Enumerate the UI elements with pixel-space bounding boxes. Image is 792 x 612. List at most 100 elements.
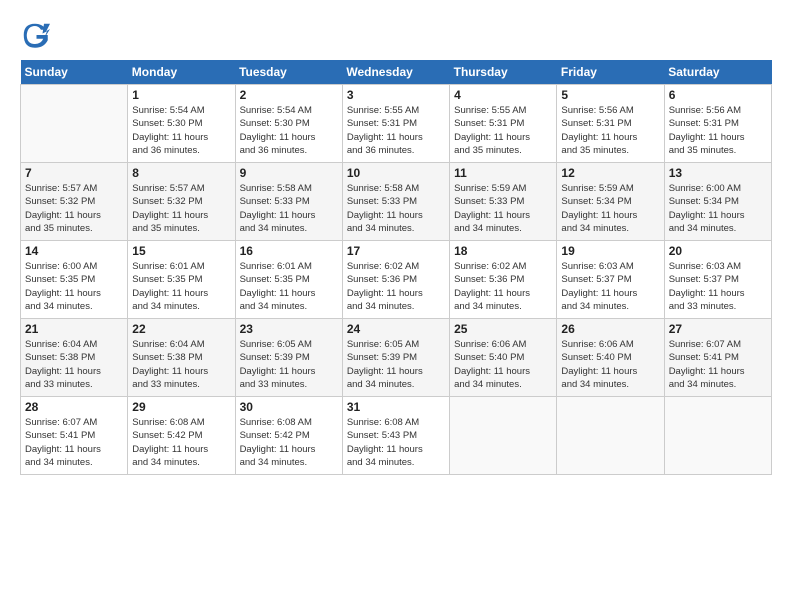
day-number: 28 (25, 400, 123, 414)
day-info: Sunrise: 6:07 AM Sunset: 5:41 PM Dayligh… (669, 338, 767, 391)
day-info: Sunrise: 6:06 AM Sunset: 5:40 PM Dayligh… (561, 338, 659, 391)
day-number: 1 (132, 88, 230, 102)
weekday-header-tuesday: Tuesday (235, 60, 342, 85)
day-info: Sunrise: 6:01 AM Sunset: 5:35 PM Dayligh… (240, 260, 338, 313)
day-cell: 22 Sunrise: 6:04 AM Sunset: 5:38 PM Dayli… (128, 319, 235, 397)
day-info: Sunrise: 5:56 AM Sunset: 5:31 PM Dayligh… (561, 104, 659, 157)
day-info: Sunrise: 6:06 AM Sunset: 5:40 PM Dayligh… (454, 338, 552, 391)
day-number: 25 (454, 322, 552, 336)
day-info: Sunrise: 6:02 AM Sunset: 5:36 PM Dayligh… (347, 260, 445, 313)
day-info: Sunrise: 5:54 AM Sunset: 5:30 PM Dayligh… (132, 104, 230, 157)
day-cell: 13Sunrise: 6:00 AM Sunset: 5:34 PM Dayli… (664, 163, 771, 241)
day-number: 31 (347, 400, 445, 414)
weekday-header-friday: Friday (557, 60, 664, 85)
weekday-header-wednesday: Wednesday (342, 60, 449, 85)
day-info: Sunrise: 5:55 AM Sunset: 5:31 PM Dayligh… (347, 104, 445, 157)
day-cell: 10Sunrise: 5:58 AM Sunset: 5:33 PM Dayli… (342, 163, 449, 241)
day-info: Sunrise: 6:04 AM Sunset: 5:38 PM Dayligh… (132, 338, 230, 391)
day-cell: 18 Sunrise: 6:02 AM Sunset: 5:36 PM Dayli… (450, 241, 557, 319)
week-row-1: 1 Sunrise: 5:54 AM Sunset: 5:30 PM Daylig… (21, 85, 772, 163)
logo-icon (20, 20, 50, 50)
logo (20, 20, 54, 50)
day-info: Sunrise: 6:05 AM Sunset: 5:39 PM Dayligh… (347, 338, 445, 391)
day-info: Sunrise: 5:59 AM Sunset: 5:34 PM Dayligh… (561, 182, 659, 235)
day-info: Sunrise: 6:00 AM Sunset: 5:35 PM Dayligh… (25, 260, 123, 313)
day-cell: 25 Sunrise: 6:06 AM Sunset: 5:40 PM Dayli… (450, 319, 557, 397)
day-cell: 20Sunrise: 6:03 AM Sunset: 5:37 PM Dayli… (664, 241, 771, 319)
day-info: Sunrise: 6:01 AM Sunset: 5:35 PM Dayligh… (132, 260, 230, 313)
day-cell: 16 Sunrise: 6:01 AM Sunset: 5:35 PM Dayli… (235, 241, 342, 319)
day-cell: 24 Sunrise: 6:05 AM Sunset: 5:39 PM Dayli… (342, 319, 449, 397)
day-info: Sunrise: 6:05 AM Sunset: 5:39 PM Dayligh… (240, 338, 338, 391)
day-cell: 1 Sunrise: 5:54 AM Sunset: 5:30 PM Daylig… (128, 85, 235, 163)
day-cell: 28 Sunrise: 6:07 AM Sunset: 5:41 PM Dayli… (21, 397, 128, 475)
day-number: 18 (454, 244, 552, 258)
weekday-header-thursday: Thursday (450, 60, 557, 85)
weekday-header-row: SundayMondayTuesdayWednesdayThursdayFrid… (21, 60, 772, 85)
page: SundayMondayTuesdayWednesdayThursdayFrid… (0, 0, 792, 612)
day-info: Sunrise: 6:03 AM Sunset: 5:37 PM Dayligh… (669, 260, 767, 313)
day-cell: 5Sunrise: 5:56 AM Sunset: 5:31 PM Daylig… (557, 85, 664, 163)
day-cell: 9Sunrise: 5:58 AM Sunset: 5:33 PM Daylig… (235, 163, 342, 241)
day-info: Sunrise: 5:58 AM Sunset: 5:33 PM Dayligh… (347, 182, 445, 235)
day-cell: 29 Sunrise: 6:08 AM Sunset: 5:42 PM Dayli… (128, 397, 235, 475)
day-number: 2 (240, 88, 338, 102)
week-row-2: 7 Sunrise: 5:57 AM Sunset: 5:32 PM Daylig… (21, 163, 772, 241)
day-number: 15 (132, 244, 230, 258)
day-cell: 21Sunrise: 6:04 AM Sunset: 5:38 PM Dayli… (21, 319, 128, 397)
day-number: 6 (669, 88, 767, 102)
weekday-header-saturday: Saturday (664, 60, 771, 85)
day-number: 26 (561, 322, 659, 336)
day-number: 14 (25, 244, 123, 258)
day-cell: 17 Sunrise: 6:02 AM Sunset: 5:36 PM Dayli… (342, 241, 449, 319)
day-info: Sunrise: 6:08 AM Sunset: 5:42 PM Dayligh… (240, 416, 338, 469)
day-info: Sunrise: 6:07 AM Sunset: 5:41 PM Dayligh… (25, 416, 123, 469)
day-info: Sunrise: 5:57 AM Sunset: 5:32 PM Dayligh… (132, 182, 230, 235)
day-number: 4 (454, 88, 552, 102)
day-info: Sunrise: 6:00 AM Sunset: 5:34 PM Dayligh… (669, 182, 767, 235)
day-number: 8 (132, 166, 230, 180)
day-info: Sunrise: 5:57 AM Sunset: 5:32 PM Dayligh… (25, 182, 123, 235)
day-number: 7 (25, 166, 123, 180)
day-info: Sunrise: 6:08 AM Sunset: 5:42 PM Dayligh… (132, 416, 230, 469)
day-number: 16 (240, 244, 338, 258)
day-number: 17 (347, 244, 445, 258)
calendar: SundayMondayTuesdayWednesdayThursdayFrid… (20, 60, 772, 475)
week-row-3: 14 Sunrise: 6:00 AM Sunset: 5:35 PM Dayli… (21, 241, 772, 319)
day-cell: 23 Sunrise: 6:05 AM Sunset: 5:39 PM Dayli… (235, 319, 342, 397)
day-cell: 26 Sunrise: 6:06 AM Sunset: 5:40 PM Dayli… (557, 319, 664, 397)
day-info: Sunrise: 5:56 AM Sunset: 5:31 PM Dayligh… (669, 104, 767, 157)
header (20, 20, 772, 50)
day-number: 9 (240, 166, 338, 180)
day-cell: 7 Sunrise: 5:57 AM Sunset: 5:32 PM Daylig… (21, 163, 128, 241)
day-cell: 11 Sunrise: 5:59 AM Sunset: 5:33 PM Dayli… (450, 163, 557, 241)
day-cell: 2Sunrise: 5:54 AM Sunset: 5:30 PM Daylig… (235, 85, 342, 163)
day-number: 29 (132, 400, 230, 414)
day-info: Sunrise: 6:02 AM Sunset: 5:36 PM Dayligh… (454, 260, 552, 313)
weekday-header-monday: Monday (128, 60, 235, 85)
day-info: Sunrise: 6:04 AM Sunset: 5:38 PM Dayligh… (25, 338, 123, 391)
day-info: Sunrise: 6:08 AM Sunset: 5:43 PM Dayligh… (347, 416, 445, 469)
day-cell: 19Sunrise: 6:03 AM Sunset: 5:37 PM Dayli… (557, 241, 664, 319)
week-row-4: 21Sunrise: 6:04 AM Sunset: 5:38 PM Dayli… (21, 319, 772, 397)
day-number: 12 (561, 166, 659, 180)
day-cell: 6 Sunrise: 5:56 AM Sunset: 5:31 PM Daylig… (664, 85, 771, 163)
day-number: 19 (561, 244, 659, 258)
day-cell: 12 Sunrise: 5:59 AM Sunset: 5:34 PM Dayli… (557, 163, 664, 241)
day-cell: 15 Sunrise: 6:01 AM Sunset: 5:35 PM Dayli… (128, 241, 235, 319)
day-cell (450, 397, 557, 475)
day-cell: 4Sunrise: 5:55 AM Sunset: 5:31 PM Daylig… (450, 85, 557, 163)
day-cell: 31 Sunrise: 6:08 AM Sunset: 5:43 PM Dayli… (342, 397, 449, 475)
day-number: 3 (347, 88, 445, 102)
day-cell: 27Sunrise: 6:07 AM Sunset: 5:41 PM Dayli… (664, 319, 771, 397)
day-number: 11 (454, 166, 552, 180)
day-number: 23 (240, 322, 338, 336)
day-number: 24 (347, 322, 445, 336)
weekday-header-sunday: Sunday (21, 60, 128, 85)
day-cell: 14 Sunrise: 6:00 AM Sunset: 5:35 PM Dayli… (21, 241, 128, 319)
day-number: 22 (132, 322, 230, 336)
day-cell (664, 397, 771, 475)
day-info: Sunrise: 5:59 AM Sunset: 5:33 PM Dayligh… (454, 182, 552, 235)
day-cell: 8 Sunrise: 5:57 AM Sunset: 5:32 PM Daylig… (128, 163, 235, 241)
day-cell (21, 85, 128, 163)
